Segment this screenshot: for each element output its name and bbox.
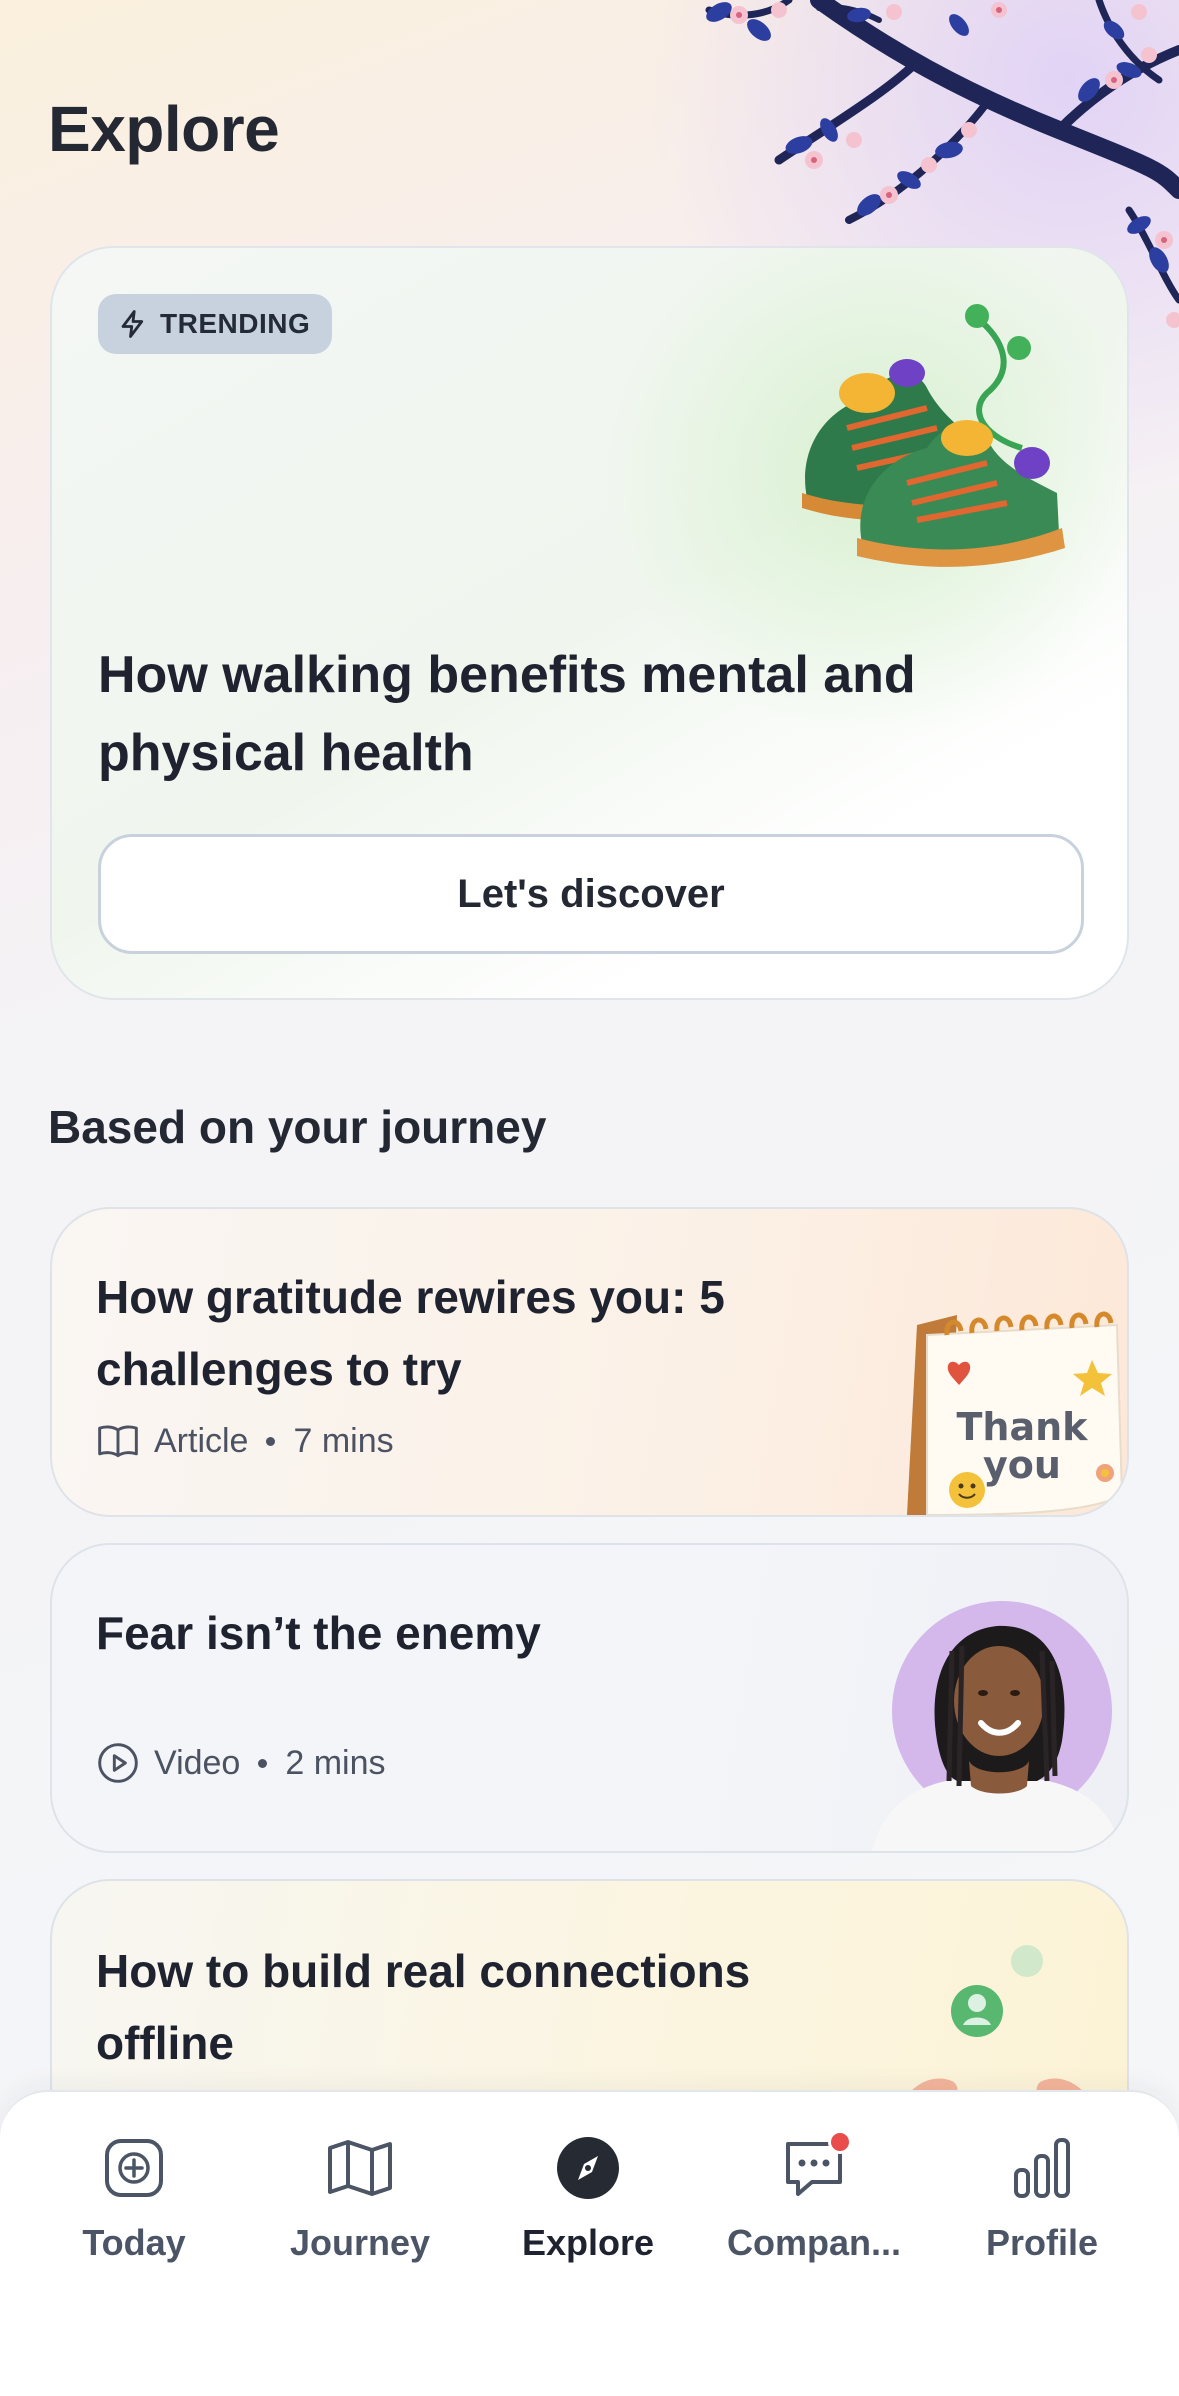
recommendation-title: Fear isn’t the enemy	[96, 1607, 541, 1659]
lightning-icon	[121, 310, 144, 338]
trending-badge-label: TRENDING	[160, 308, 311, 339]
recommendation-meta: Video 2 mins	[96, 1741, 386, 1785]
recommendation-card-fear[interactable]: Fear isn’t the enemy Video 2 mins	[50, 1543, 1129, 1853]
thank-you-art-text: you	[983, 1443, 1061, 1487]
tab-journey[interactable]: Journey	[260, 2134, 460, 2284]
tab-today[interactable]: Today	[34, 2134, 234, 2284]
chat-bubble-icon	[780, 2130, 852, 2202]
compass-icon	[554, 2134, 622, 2202]
tab-today-label: Today	[82, 2222, 186, 2263]
discover-button[interactable]: Let's discover	[98, 834, 1084, 954]
duration-label: 2 mins	[285, 1743, 386, 1782]
hero-title: How walking benefits mental and physical…	[98, 646, 916, 782]
sneakers-illustration	[802, 304, 1065, 567]
plus-square-icon	[100, 2134, 168, 2202]
tab-companion-label: Compan...	[726, 2222, 901, 2263]
trending-hero-card[interactable]: TRENDING How walking benefits mental and…	[50, 246, 1129, 1000]
notification-dot	[828, 2130, 852, 2154]
tab-companion[interactable]: Compan...	[714, 2130, 914, 2284]
separator-dot	[258, 1758, 268, 1768]
map-icon	[326, 2134, 394, 2202]
tab-profile-label: Profile	[985, 2222, 1099, 2263]
tab-journey-label: Journey	[289, 2222, 431, 2263]
explore-screen: Explore TRENDING How walking benefits me…	[0, 0, 1179, 2396]
recommendation-title: How gratitude rewires you: 5 challenges …	[96, 1271, 725, 1395]
recommendation-title: How to build real connections offline	[96, 1945, 751, 2069]
duration-label: 7 mins	[293, 1421, 394, 1460]
recommendation-card-gratitude[interactable]: How gratitude rewires you: 5 challenges …	[50, 1207, 1129, 1517]
recommendation-meta: Article 7 mins	[96, 1419, 394, 1463]
separator-dot	[266, 1436, 276, 1446]
tab-explore[interactable]: Explore	[488, 2134, 688, 2284]
thank-you-notepad-illustration: Thank you	[907, 1311, 1124, 1515]
presenter-avatar-illustration	[872, 1601, 1122, 1851]
play-circle-icon	[98, 1743, 138, 1783]
tab-explore-label: Explore	[521, 2222, 655, 2263]
trending-badge: TRENDING	[98, 294, 333, 354]
section-title: Based on your journey	[48, 1101, 547, 1153]
bar-chart-icon	[1008, 2134, 1076, 2202]
book-open-icon	[98, 1425, 138, 1458]
content-type-label: Video	[154, 1743, 241, 1782]
content-type-label: Article	[154, 1421, 249, 1460]
bottom-tab-bar: Today Journey Explore Compan... Profile	[0, 2090, 1179, 2396]
page-title: Explore	[48, 93, 280, 165]
tab-profile[interactable]: Profile	[942, 2134, 1142, 2284]
